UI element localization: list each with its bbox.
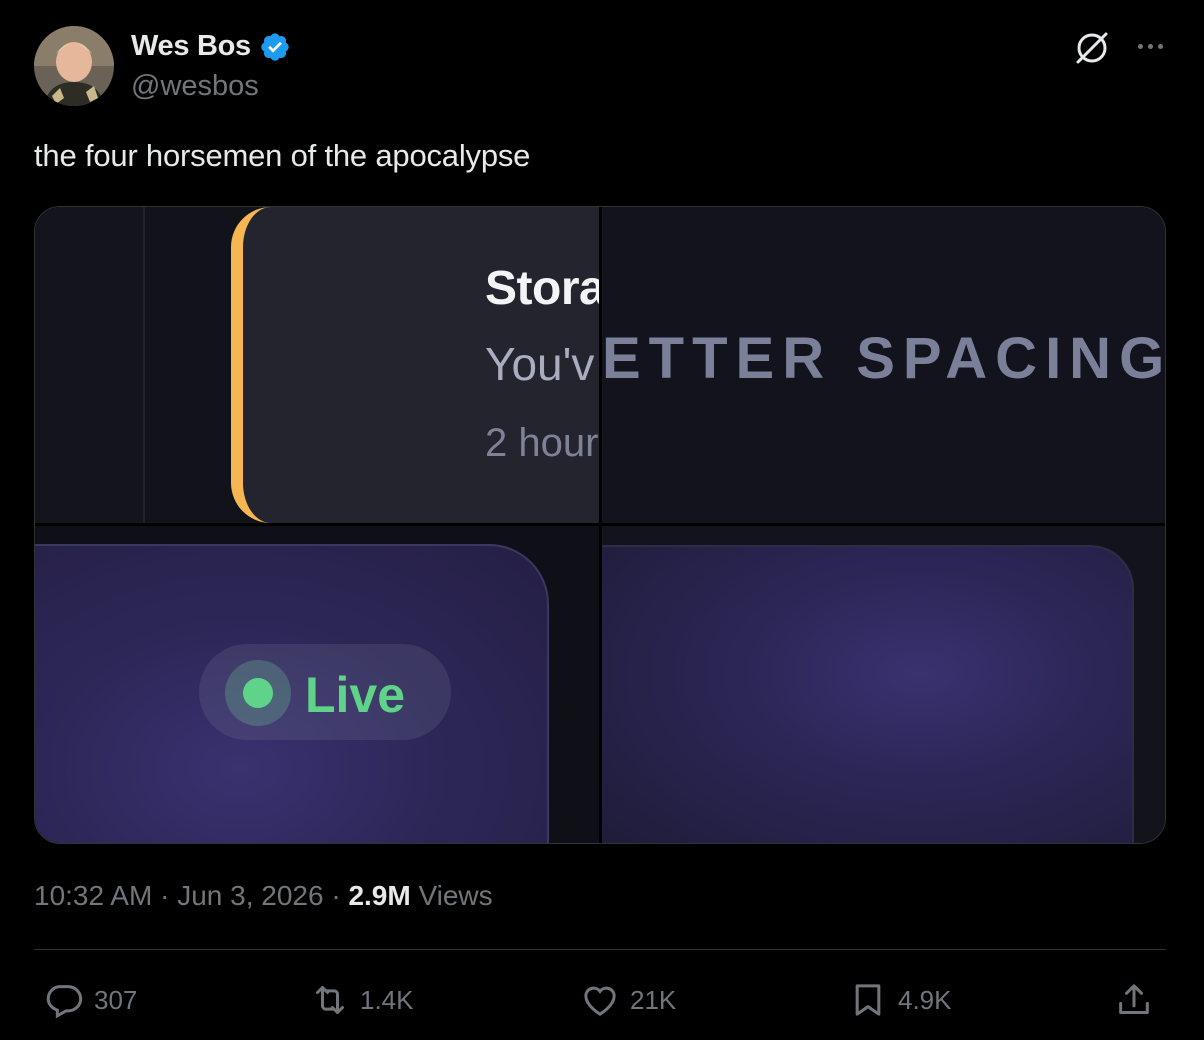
notification-body: You'v xyxy=(485,338,595,390)
media-quadrant-gradient xyxy=(602,526,1165,843)
share-button[interactable] xyxy=(1114,978,1154,1022)
reply-icon xyxy=(46,985,83,1019)
meta-separator: · xyxy=(152,880,178,911)
live-badge-label: Live xyxy=(305,667,406,723)
more-options-icon[interactable] xyxy=(1130,30,1170,62)
sidebar-strip xyxy=(35,207,145,523)
notification-time: 2 hour xyxy=(485,421,599,465)
tweet: Wes Bos @wesbos the four horsemen of the… xyxy=(0,0,1204,1040)
repost-count: 1.4K xyxy=(360,984,414,1015)
grok-icon[interactable] xyxy=(1072,28,1112,68)
gradient-panel xyxy=(602,545,1134,843)
divider xyxy=(34,949,1166,950)
bookmark-button[interactable]: 4.9K xyxy=(848,978,952,1022)
tweet-meta: 10:32 AM · Jun 3, 2026 · 2.9M Views xyxy=(34,880,493,912)
author-handle[interactable]: @wesbos xyxy=(131,70,259,103)
like-button[interactable]: 21K xyxy=(580,978,676,1022)
like-count: 21K xyxy=(630,984,677,1015)
live-dot-icon xyxy=(243,678,273,708)
views-count: 2.9M xyxy=(348,880,411,911)
letter-spacing-text: ETTER SPACING xyxy=(602,326,1166,391)
bookmark-icon xyxy=(855,984,881,1016)
notification-title: Stora xyxy=(485,262,599,315)
reply-button[interactable]: 307 xyxy=(44,978,137,1022)
repost-button[interactable]: 1.4K xyxy=(310,978,414,1022)
media-quadrant-live: Live xyxy=(35,526,599,843)
repost-icon xyxy=(316,986,344,1014)
verified-badge-icon[interactable] xyxy=(259,31,291,63)
share-icon xyxy=(1119,984,1149,1014)
bookmark-count: 4.9K xyxy=(898,984,952,1015)
author-name[interactable]: Wes Bos xyxy=(131,30,251,63)
tweet-media[interactable]: Stora You'v 2 hour ETTER SPACING Live xyxy=(34,206,1166,844)
tweet-text: the four horsemen of the apocalypse xyxy=(34,138,531,173)
avatar[interactable] xyxy=(34,26,114,106)
reply-count: 307 xyxy=(94,984,138,1015)
heart-icon xyxy=(584,986,616,1016)
tweet-date[interactable]: Jun 3, 2026 xyxy=(177,880,323,911)
media-quadrant-spacing: ETTER SPACING xyxy=(602,207,1166,523)
tweet-time[interactable]: 10:32 AM xyxy=(34,880,152,911)
author-name-row: Wes Bos xyxy=(131,30,291,63)
media-quadrant-notification: Stora You'v 2 hour xyxy=(35,207,599,523)
meta-separator: · xyxy=(323,880,349,911)
views-label: Views xyxy=(418,880,493,911)
